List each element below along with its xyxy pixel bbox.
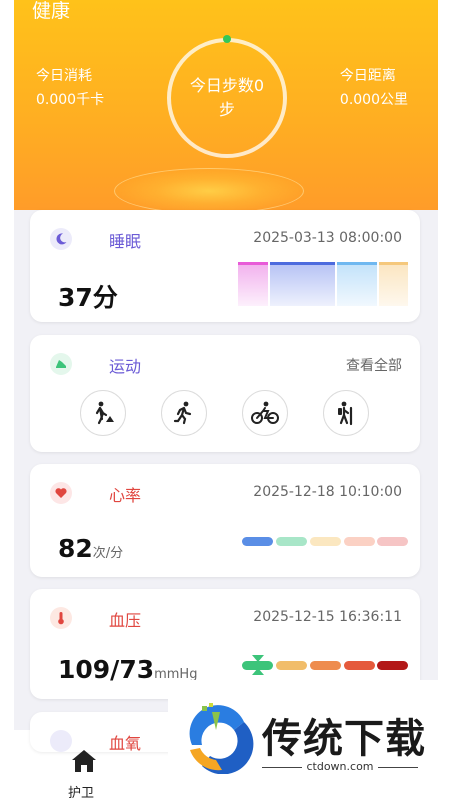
heart-range-pill	[276, 537, 307, 546]
watermark-text: 传统下载	[262, 716, 426, 762]
step-count-line2: 步	[218, 100, 235, 119]
distance-label: 今日距离	[339, 68, 396, 84]
sport-card[interactable]: 运动 查看全部	[30, 335, 420, 452]
nav-home-label: 护卫	[68, 786, 95, 800]
page-title: 健康	[32, 0, 71, 22]
bp-range-pill	[276, 661, 307, 670]
watermark-logo-icon	[182, 700, 256, 775]
heart-range-pill	[242, 537, 273, 546]
calories-value: 0.000千卡	[36, 92, 105, 108]
calories-label: 今日消耗	[36, 68, 92, 84]
droplet-icon	[50, 730, 72, 752]
distance-stat: 今日距离 0.000公里	[340, 64, 408, 112]
heart-icon	[50, 482, 72, 504]
sleep-card[interactable]: 睡眠 2025-03-13 08:00:00 37分	[30, 210, 420, 322]
walk-icon[interactable]	[80, 390, 126, 436]
sleep-bar-light	[337, 262, 377, 306]
health-header: 健康 今日消耗 0.000千卡 今日距离 0.000公里 今日步数0 步	[14, 0, 438, 220]
heart-range-pill	[377, 537, 408, 546]
sleep-bar-deep	[270, 262, 335, 306]
thermometer-icon	[50, 607, 72, 629]
heart-rate-card[interactable]: 心率 2025-12-18 10:10:00 82次/分	[30, 464, 420, 577]
sleep-title: 睡眠	[109, 232, 142, 251]
progress-indicator-dot	[223, 35, 231, 43]
sleep-bar-rem	[379, 262, 408, 306]
cycle-icon[interactable]	[242, 390, 288, 436]
sleep-bar-awake	[238, 262, 268, 306]
bp-range-pill	[310, 661, 341, 670]
heart-rate-value: 82	[58, 534, 93, 563]
distance-value: 0.000公里	[339, 92, 408, 108]
run-icon[interactable]	[161, 390, 207, 436]
blood-pressure-value: 109/73	[58, 655, 155, 684]
moon-icon	[50, 228, 72, 250]
bp-marker-icon	[251, 653, 265, 677]
heart-rate-unit: 次/分	[92, 546, 124, 561]
calories-stat: 今日消耗 0.000千卡	[36, 64, 104, 112]
heart-rate-title: 心率	[109, 486, 142, 505]
blood-pressure-timestamp: 2025-12-15 16:36:11	[253, 609, 402, 625]
heart-range-pill	[344, 537, 375, 546]
step-count-line1: 今日步数0	[189, 76, 265, 95]
watermark-divider	[378, 767, 418, 768]
sleep-duration: 37分	[58, 283, 118, 312]
sport-title: 运动	[109, 357, 142, 376]
sneaker-icon	[50, 353, 72, 375]
heart-rate-value-wrap: 82次/分	[58, 534, 123, 563]
bp-range-pill	[377, 661, 408, 670]
view-all-link[interactable]: 查看全部	[346, 355, 402, 375]
hike-icon[interactable]	[323, 390, 369, 436]
blood-oxygen-title: 血氧	[109, 734, 142, 752]
home-icon	[70, 748, 98, 774]
glow-platform	[114, 168, 304, 214]
bp-range-pill	[344, 661, 375, 670]
heart-rate-timestamp: 2025-12-18 10:10:00	[253, 484, 402, 500]
step-count: 今日步数0 步	[167, 74, 287, 122]
blood-pressure-title: 血压	[109, 611, 142, 630]
heart-range-pill	[310, 537, 341, 546]
sleep-timestamp: 2025-03-13 08:00:00	[253, 230, 402, 246]
